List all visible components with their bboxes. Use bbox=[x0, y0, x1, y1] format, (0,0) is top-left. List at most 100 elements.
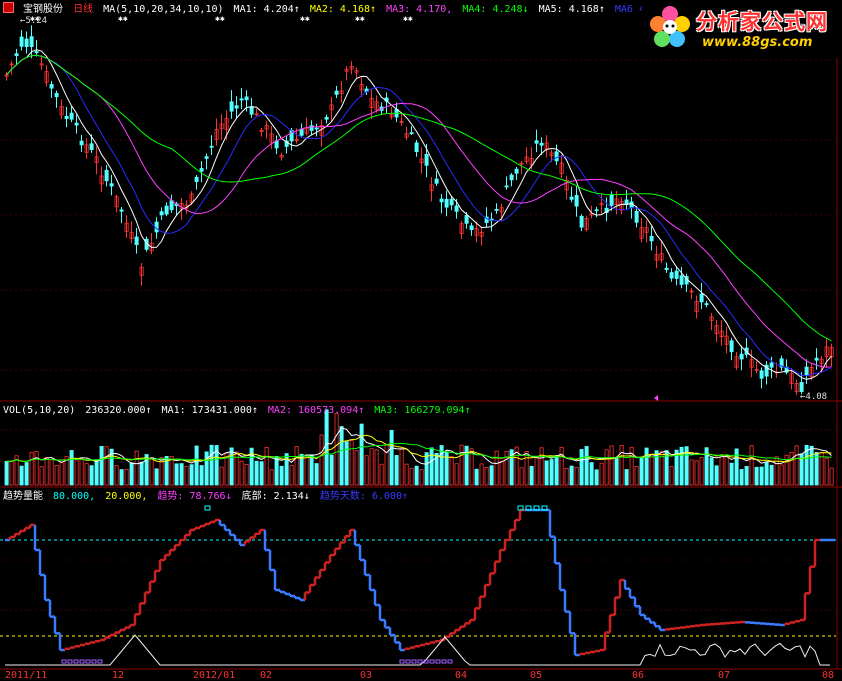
volume-bar bbox=[324, 409, 329, 486]
candlestick bbox=[204, 156, 209, 159]
volume-bar bbox=[824, 457, 829, 486]
signal-marker bbox=[204, 505, 211, 511]
volume-bar bbox=[74, 459, 79, 486]
candlestick bbox=[574, 195, 579, 207]
low-price-mark: ←4.08 bbox=[800, 392, 827, 402]
volume-bar bbox=[349, 440, 354, 486]
volume-bar bbox=[624, 469, 629, 486]
volume-bar bbox=[49, 459, 54, 486]
candlestick bbox=[314, 127, 319, 130]
volume-bar bbox=[184, 466, 189, 486]
kline-chart-canvas[interactable]: ✱✱ ✱✱ ✱✱ ✱✱ ✱✱ ✱✱ bbox=[0, 0, 842, 681]
volume-bar bbox=[779, 464, 784, 486]
candlestick bbox=[679, 275, 684, 285]
volume-bar bbox=[104, 446, 109, 486]
time-axis-label: 04 bbox=[455, 670, 468, 681]
volume-bar bbox=[89, 465, 94, 486]
volume-bar bbox=[124, 468, 129, 486]
volume-bar bbox=[374, 449, 379, 486]
volume-bar bbox=[194, 445, 199, 486]
volume-bar bbox=[79, 459, 84, 486]
candlestick bbox=[69, 112, 74, 120]
candlestick bbox=[669, 272, 674, 279]
bottom-marker bbox=[447, 659, 453, 664]
candlestick bbox=[54, 92, 59, 98]
bottom-marker bbox=[61, 659, 67, 664]
volume-bar bbox=[179, 463, 184, 486]
volume-bar bbox=[204, 451, 209, 486]
vol-ma3: MA3: 166279.094↑ bbox=[374, 405, 471, 416]
volume-bar bbox=[574, 466, 579, 486]
time-axis-label: 05 bbox=[530, 670, 543, 681]
bottom-marker bbox=[67, 659, 73, 664]
volume-bar bbox=[649, 453, 654, 486]
candlestick bbox=[609, 194, 614, 206]
bottom-marker bbox=[429, 659, 435, 664]
volume-bar bbox=[519, 467, 524, 486]
candlestick bbox=[234, 105, 239, 109]
volume-bar bbox=[464, 445, 469, 486]
volume-bar bbox=[694, 460, 699, 486]
ma2-value: MA2: 4.168↑ bbox=[309, 4, 377, 15]
volume-bar bbox=[569, 465, 574, 486]
volume-bar bbox=[264, 446, 269, 486]
site-logo: 分析家公式网 www.88gs.com bbox=[642, 0, 842, 58]
volume-bar bbox=[154, 468, 159, 486]
candlestick bbox=[414, 142, 419, 153]
candlestick bbox=[464, 215, 469, 224]
volume-bar bbox=[59, 462, 64, 486]
time-axis-label: 07 bbox=[718, 670, 731, 681]
volume-bar bbox=[9, 461, 14, 486]
volume-bar bbox=[209, 444, 214, 486]
candlestick bbox=[299, 128, 304, 136]
volume-bar bbox=[769, 464, 774, 486]
candlestick bbox=[594, 209, 599, 212]
red-square-icon[interactable] bbox=[3, 2, 14, 13]
volume-bar bbox=[669, 466, 674, 486]
candlestick bbox=[704, 303, 709, 305]
indicator-header: 趋势量能 80.000, 20.000, 趋势: 78.766↓ 底部: 2.1… bbox=[3, 490, 412, 504]
volume-bar bbox=[789, 451, 794, 486]
volume-bar bbox=[579, 449, 584, 486]
candlestick bbox=[239, 98, 244, 101]
volume-header: VOL(5,10,20) 236320.000↑ MA1: 173431.000… bbox=[3, 404, 475, 418]
candlestick bbox=[194, 176, 199, 183]
candlestick bbox=[699, 293, 704, 303]
high-price: 5.24 bbox=[25, 16, 48, 26]
volume-bar bbox=[744, 465, 749, 486]
volume-bar bbox=[564, 467, 569, 486]
volume-bar bbox=[369, 448, 374, 486]
vol-value: 236320.000↑ bbox=[85, 405, 152, 416]
volume-bar bbox=[344, 441, 349, 486]
stock-chart-window[interactable]: ✱✱ ✱✱ ✱✱ ✱✱ ✱✱ ✱✱ 宝钢股份 日线 MA(5,10,20,34,10,10… bbox=[0, 0, 842, 681]
candlestick bbox=[554, 151, 559, 162]
volume-bar bbox=[24, 462, 29, 486]
ma1-line bbox=[6, 49, 832, 380]
candlestick bbox=[569, 196, 574, 200]
volume-bar bbox=[54, 465, 59, 486]
volume-bar bbox=[589, 462, 594, 486]
volume-bar bbox=[489, 465, 494, 486]
candlestick bbox=[29, 36, 34, 47]
candlestick bbox=[444, 198, 449, 208]
volume-bar bbox=[149, 457, 154, 486]
time-axis-label: 02 bbox=[260, 670, 273, 681]
volume-bar bbox=[529, 465, 534, 486]
volume-bar bbox=[709, 457, 714, 486]
bottom-marker bbox=[417, 659, 423, 664]
candlestick bbox=[24, 38, 29, 47]
candlestick bbox=[504, 185, 509, 188]
volume-bar bbox=[429, 447, 434, 486]
volume-bar bbox=[414, 465, 419, 486]
volume-bar bbox=[394, 455, 399, 486]
volume-bar bbox=[494, 450, 499, 486]
volume-bar bbox=[309, 454, 314, 486]
volume-bar bbox=[704, 447, 709, 486]
volume-bar bbox=[244, 464, 249, 486]
volume-bar bbox=[729, 462, 734, 486]
volume-bar bbox=[634, 466, 639, 486]
candlestick bbox=[649, 235, 654, 242]
period-label[interactable]: 日线 bbox=[73, 4, 93, 15]
volume-bar bbox=[274, 456, 279, 486]
candlestick bbox=[814, 357, 819, 361]
